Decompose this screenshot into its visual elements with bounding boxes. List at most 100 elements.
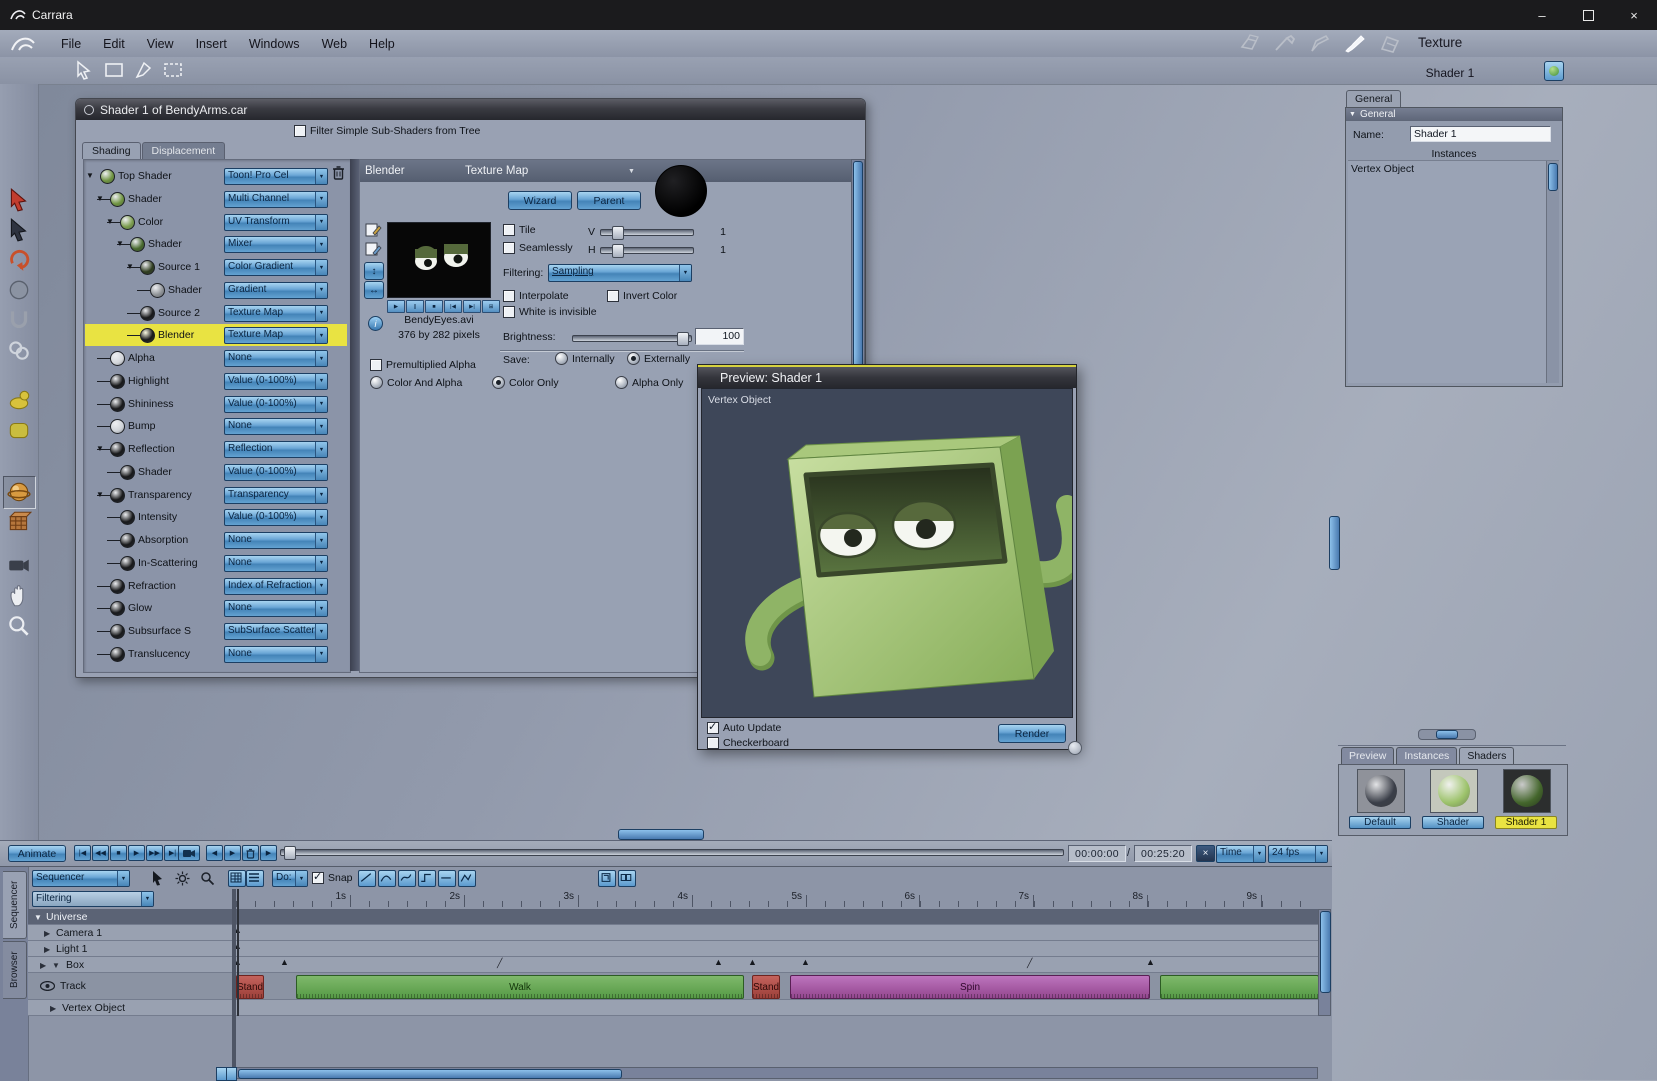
magnet-tool-icon[interactable] [6,307,32,333]
wizard-button[interactable]: Wizard [508,191,572,210]
name-field[interactable] [1410,126,1551,142]
texture-room-icon[interactable] [1343,33,1367,54]
save-option-externally[interactable]: Externally [627,352,690,365]
mode-option[interactable]: Color Only [492,376,559,389]
shader-type-dropdown[interactable]: Reflection ▼ [224,441,328,458]
shader-type-dropdown[interactable]: None ▼ [224,418,328,436]
scrubber-thumb[interactable] [284,846,296,860]
transport-button[interactable]: |◀ [74,845,91,861]
window-resize-grip[interactable] [1068,741,1082,755]
list-view-button[interactable] [246,870,264,887]
shader-type-dropdown[interactable]: None ▼ [224,532,328,549]
premultiplied-checkbox[interactable]: Premultiplied Alpha [370,359,476,371]
canvas-vscrollbar-thumb[interactable] [1329,516,1340,570]
timeline-clip[interactable]: Stand [236,975,264,999]
mini-transport-button[interactable]: |◀ [444,300,462,313]
slider-thumb[interactable] [612,226,625,240]
shader-tree-row[interactable]: Shader Gradient ▼ [85,279,347,301]
scroll-step-button[interactable] [226,1067,237,1081]
maximize-button[interactable] [1565,0,1611,30]
keyframe-marker[interactable]: ▲ [1146,958,1155,967]
delete-keyframe-button[interactable] [242,845,259,861]
chevron-down-icon[interactable]: ▼ [34,913,42,922]
reload-file-icon[interactable] [364,241,382,257]
playhead[interactable] [237,889,239,1016]
shader-tree-row[interactable]: Source 2 Texture Map ▼ [85,302,347,324]
filtering-dropdown[interactable]: Filtering ▼ [32,891,154,907]
menu-file[interactable]: File [50,37,92,51]
visibility-eye-icon[interactable] [40,981,55,991]
shader-tree-row[interactable]: Bump None ▼ [85,415,347,437]
step-keyframe-button[interactable]: ▶ [224,845,241,861]
shader-type-dropdown[interactable]: Multi Channel ▼ [224,190,328,208]
expander-icon[interactable]: ▼ [106,217,114,226]
mini-transport-button[interactable]: ▶| [463,300,481,313]
edit-file-icon[interactable] [364,222,382,238]
panel-splitter-handle[interactable] [1418,729,1476,740]
select-arrow-icon[interactable] [74,60,94,80]
select-cursor-icon[interactable] [150,870,165,886]
brightness-slider[interactable] [572,332,692,346]
save-option-internally[interactable]: Internally [555,352,615,365]
timeline-clip[interactable]: Spin [790,975,1150,999]
mode-option[interactable]: Color And Alpha [370,376,462,389]
texture-cube-tool-icon[interactable] [6,509,32,535]
menu-edit[interactable]: Edit [92,37,136,51]
instance-item[interactable]: Vertex Object [1348,161,1559,175]
shader-swatch[interactable]: Shader [1421,769,1485,829]
window-menu-icon[interactable] [84,104,94,115]
general-section-header[interactable]: ▼ General [1346,108,1562,121]
tweener-button-3[interactable] [418,870,436,887]
scale-tool-icon[interactable] [6,277,32,303]
shader-tree-row[interactable]: Alpha None ▼ [85,347,347,369]
panel-splitter[interactable] [350,159,359,671]
shader-type-dropdown[interactable]: UV Transform ▼ [224,213,328,231]
shader-type-dropdown[interactable]: Value (0-100%) ▼ [224,463,328,481]
camera-tool-icon[interactable] [6,552,32,578]
step-keyframe-button[interactable]: ◀ [206,845,223,861]
lasso-select-icon[interactable] [134,60,154,80]
shader-type-dropdown[interactable]: SubSurface Scattering▼ [224,623,328,640]
light-sun-icon[interactable] [175,871,190,886]
track-row-box[interactable]: ▶ ▼ Box [28,957,1318,973]
mode-option[interactable]: Alpha Only [615,376,683,389]
shader-type-dropdown[interactable]: Value (0-100%) ▼ [224,509,328,527]
shader-tree-row[interactable]: Intensity Value (0-100%) ▼ [85,506,347,528]
track-row-universe[interactable]: ▼ Universe [28,909,1318,925]
assemble-room-icon[interactable] [1238,33,1262,54]
filter-subshaders-checkbox[interactable]: Filter Simple Sub-Shaders from Tree [294,125,480,137]
shader-tree-row[interactable]: Highlight Value (0-100%) ▼ [85,370,347,392]
flip-vertical-button[interactable]: ↕ [364,262,384,280]
swatch-label[interactable]: Default [1349,816,1411,829]
shader-type-dropdown[interactable]: None ▼ [224,350,328,367]
shader-type-dropdown[interactable]: None ▼ [224,554,328,572]
chevron-right-icon[interactable]: ▶ [44,929,50,938]
fps-dropdown[interactable]: 24 fps ▼ [1268,845,1328,863]
shader-type-dropdown[interactable]: Value (0-100%) ▼ [224,395,328,413]
shader-type-dropdown[interactable]: Gradient ▼ [224,281,328,299]
menu-help[interactable]: Help [358,37,406,51]
swatch-label[interactable]: Shader [1422,816,1484,829]
preview-viewport[interactable]: Vertex Object [701,388,1073,718]
shader-tree-row[interactable]: ▼ Source 1 Color Gradient ▼ [85,256,347,278]
zoom-tool-icon[interactable] [6,613,32,639]
mini-transport-button[interactable]: || [406,300,424,313]
sidetab-sequencer[interactable]: Sequencer [3,871,27,939]
clip-edit-button-0[interactable] [598,870,616,887]
tab-preview[interactable]: Preview [1341,747,1395,764]
shader-tree-row[interactable]: Shininess Value (0-100%) ▼ [85,393,347,415]
tab-shading[interactable]: Shading [82,142,141,159]
tab-instances[interactable]: Instances [1396,747,1458,764]
menu-insert[interactable]: Insert [185,37,238,51]
shader-swatch[interactable]: Shader 1 [1494,769,1558,829]
mini-transport-button[interactable]: ▶ [387,300,405,313]
seamlessly-checkbox[interactable]: Seamlessly [503,242,573,254]
shader-type-dropdown[interactable]: Transparency ▼ [224,486,328,504]
chevron-right-icon[interactable]: ▶ [44,945,50,954]
shader-tree-row[interactable]: ▼ Color UV Transform ▼ [85,211,347,233]
expander-icon[interactable]: ▼ [86,171,94,180]
preview-window-titlebar[interactable]: Preview: Shader 1 [698,365,1076,388]
track-row-vertex-object[interactable]: ▶ Vertex Object [28,1000,1318,1016]
instances-scrollbar[interactable] [1546,161,1559,383]
transport-button[interactable]: ◀◀ [92,845,109,861]
